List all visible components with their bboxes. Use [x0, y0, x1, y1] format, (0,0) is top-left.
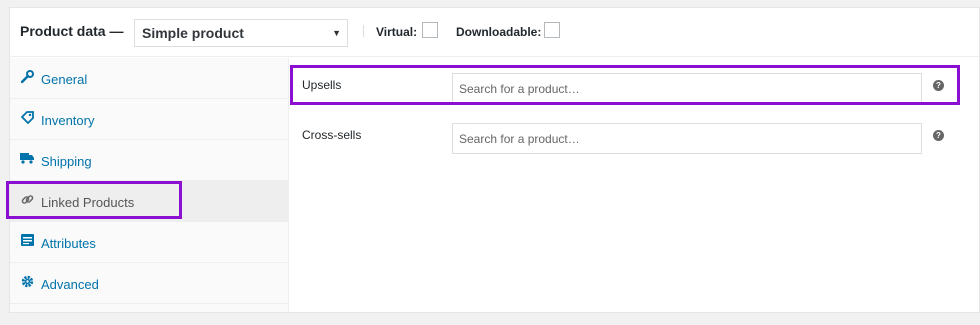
tab-attributes-label: Attributes	[41, 236, 96, 251]
product-type-value: Simple product	[142, 25, 244, 41]
downloadable-checkbox[interactable]	[544, 22, 560, 38]
tab-inventory[interactable]: Inventory	[10, 99, 289, 140]
virtual-label: Virtual:	[376, 25, 418, 39]
cross-sells-label: Cross-sells	[302, 128, 362, 142]
cross-sells-search-input[interactable]: Search for a product…	[452, 123, 922, 154]
tag-icon	[20, 111, 34, 125]
linked-products-highlight	[6, 181, 182, 219]
product-type-select[interactable]: Simple product ▼	[134, 19, 348, 47]
cross-sells-help-icon[interactable]: ?	[933, 130, 944, 141]
tab-shipping-label: Shipping	[41, 154, 92, 169]
product-data-panel: Product data — Simple product ▼ Virtual:…	[9, 7, 980, 313]
product-data-title: Product data —	[20, 23, 124, 39]
header-divider	[363, 25, 364, 37]
truck-icon	[20, 152, 34, 166]
tab-general[interactable]: General	[10, 58, 289, 99]
cross-sells-placeholder: Search for a product…	[459, 132, 580, 146]
downloadable-label: Downloadable:	[456, 25, 542, 39]
wrench-icon	[20, 70, 34, 84]
list-icon	[20, 234, 34, 248]
tab-advanced-label: Advanced	[41, 277, 99, 292]
tab-general-label: General	[41, 72, 88, 87]
upsells-highlight	[290, 65, 960, 105]
gear-icon	[20, 275, 34, 289]
tab-inventory-label: Inventory	[41, 113, 95, 128]
virtual-checkbox[interactable]	[422, 22, 438, 38]
chevron-down-icon: ▼	[332, 28, 341, 38]
tab-shipping[interactable]: Shipping	[10, 140, 289, 181]
tab-advanced[interactable]: Advanced	[10, 263, 289, 304]
tab-attributes[interactable]: Attributes	[10, 222, 289, 263]
product-data-header: Product data — Simple product ▼ Virtual:…	[10, 8, 979, 57]
